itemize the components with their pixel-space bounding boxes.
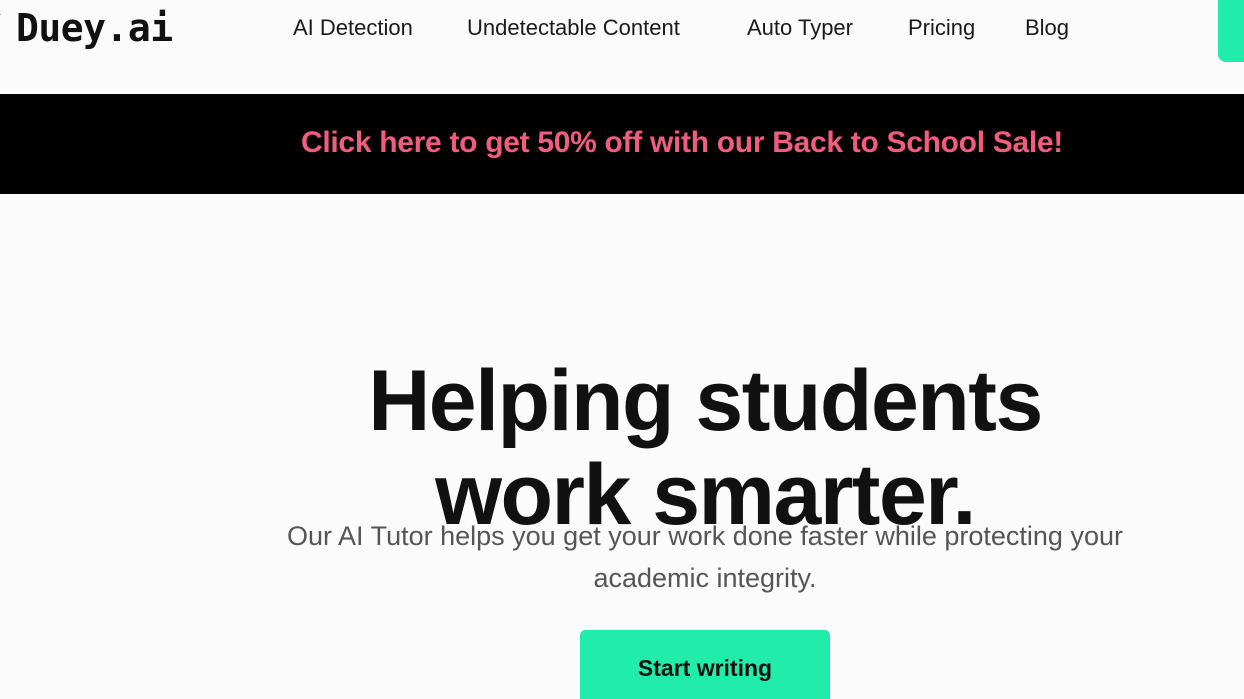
promo-banner-link[interactable]: Click here to get 50% off with our Back …	[301, 124, 1063, 162]
nav-auto-typer[interactable]: Auto Typer	[747, 14, 853, 42]
start-writing-button[interactable]: Start writing	[580, 630, 830, 699]
nav-undetectable-content[interactable]: Undetectable Content	[467, 14, 680, 42]
nav-pricing[interactable]: Pricing	[908, 14, 975, 42]
logo-mark-icon	[0, 13, 4, 23]
site-header: Duey.ai AI Detection Undetectable Conten…	[0, 0, 1244, 94]
promo-banner[interactable]: Click here to get 50% off with our Back …	[0, 94, 1244, 194]
header-cta-button[interactable]	[1218, 0, 1244, 62]
start-writing-label: Start writing	[637, 655, 773, 681]
nav-blog[interactable]: Blog	[1025, 14, 1069, 42]
page: Duey.ai AI Detection Undetectable Conten…	[0, 0, 1244, 699]
nav-ai-detection[interactable]: AI Detection	[293, 14, 413, 42]
hero-subtitle: Our AI Tutor helps you get your work don…	[287, 521, 1123, 593]
logo[interactable]: Duey.ai	[16, 5, 173, 51]
hero-title: Helping students work smarter.	[368, 352, 1043, 543]
